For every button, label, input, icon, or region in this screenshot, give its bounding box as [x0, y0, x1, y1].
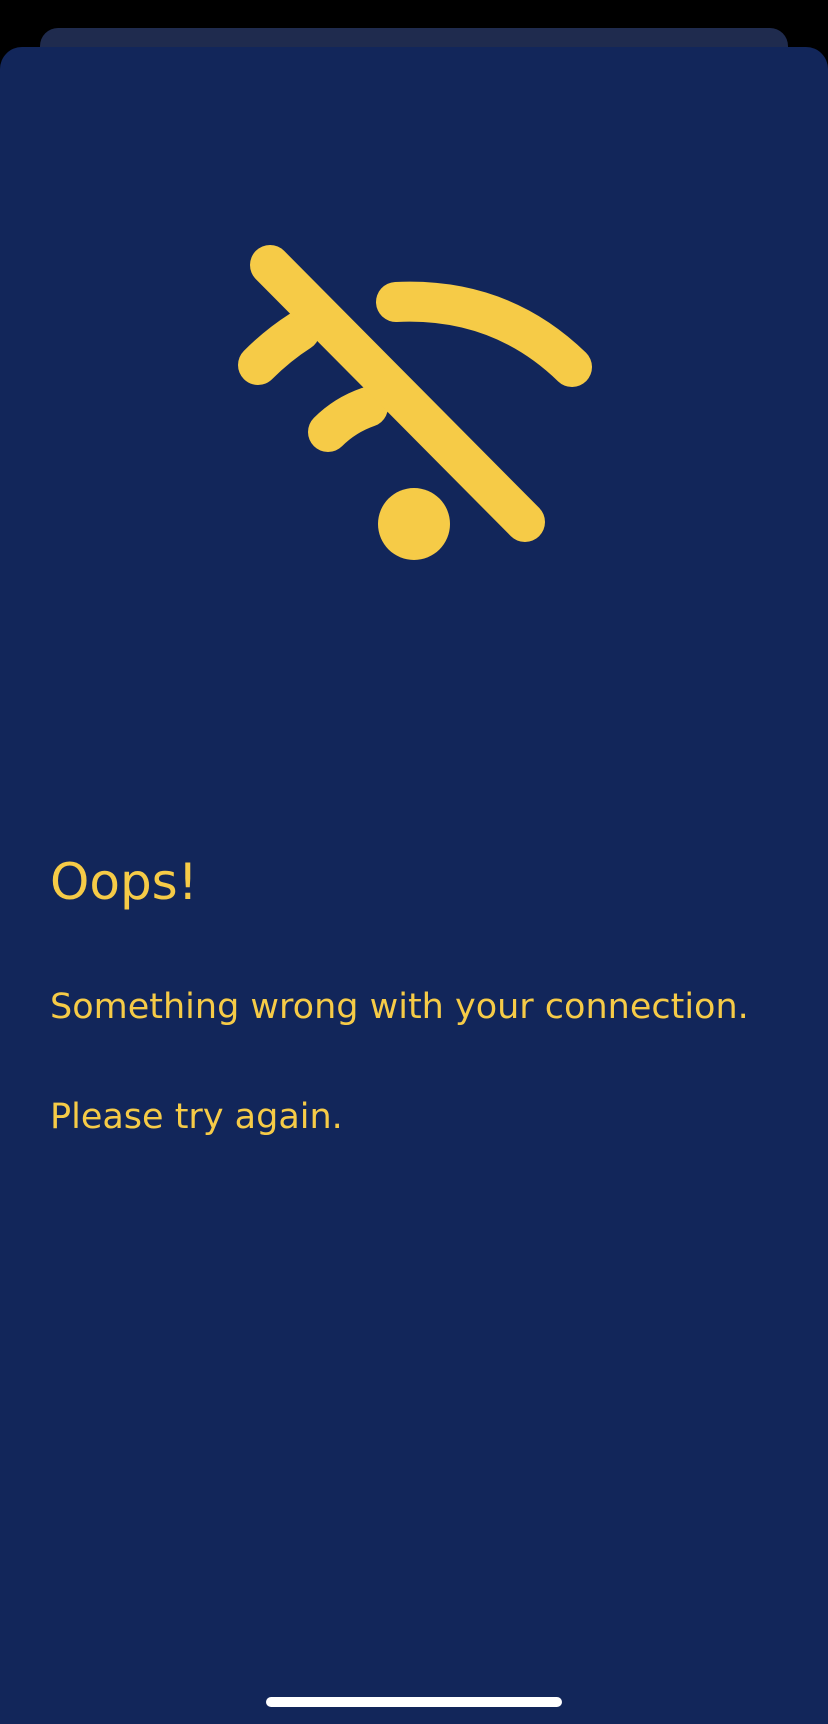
error-sheet: Oops! Something wrong with your connecti…: [0, 47, 828, 1724]
error-text-block: Oops! Something wrong with your connecti…: [50, 847, 790, 1200]
error-message-line-2: Please try again.: [50, 1097, 343, 1137]
error-title: Oops!: [50, 853, 198, 911]
error-message: Something wrong with your connection. Pl…: [50, 925, 790, 1200]
error-message-line-1: Something wrong with your connection.: [50, 987, 749, 1027]
home-indicator[interactable]: [266, 1697, 562, 1707]
wifi-off-icon: [238, 245, 592, 560]
